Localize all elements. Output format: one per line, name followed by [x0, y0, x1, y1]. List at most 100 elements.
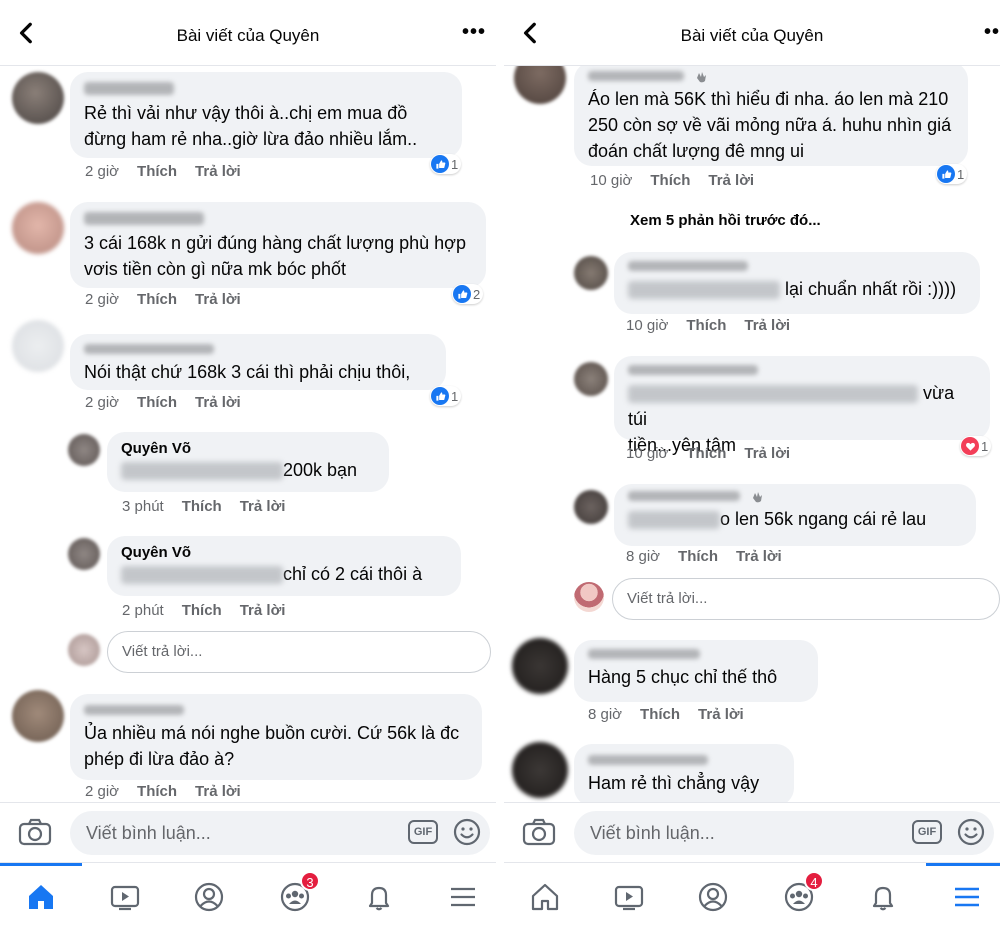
like-button[interactable]: Thích — [137, 394, 177, 411]
reply-input[interactable]: Viết trả lời... — [107, 631, 491, 673]
like-button[interactable]: Thích — [640, 706, 680, 723]
avatar[interactable] — [514, 66, 566, 104]
tab-groups[interactable]: 3 — [254, 863, 336, 929]
blurred-text — [628, 511, 720, 530]
like-button[interactable]: Thích — [137, 291, 177, 308]
bottom-tab-bar: 3 — [0, 862, 496, 929]
comment-bubble: Áo len mà 56K thì hiểu đi nha. áo len mà… — [574, 66, 968, 166]
more-button[interactable]: ••• — [460, 22, 488, 48]
reaction-count[interactable]: 1 — [936, 164, 968, 184]
reply-button[interactable]: Trả lời — [744, 445, 790, 462]
wave-hand-icon — [697, 71, 707, 83]
comments-feed[interactable]: Rẻ thì vải như vậy thôi à..chị em mua đồ… — [0, 66, 496, 802]
reply-button[interactable]: Trả lời — [240, 602, 286, 619]
comment-time: 8 giờ — [626, 548, 661, 565]
tab-groups[interactable]: 4 — [758, 863, 840, 929]
blurred-commenter-name — [84, 82, 174, 95]
avatar[interactable] — [574, 490, 608, 524]
view-previous-replies-link[interactable]: Xem 5 phản hồi trước đó... — [630, 212, 821, 229]
blurred-commenter-name — [84, 344, 214, 354]
tab-menu[interactable] — [422, 863, 496, 929]
blurred-commenter-name — [628, 491, 740, 501]
avatar[interactable] — [512, 742, 568, 798]
tab-home[interactable] — [0, 863, 82, 929]
avatar[interactable] — [574, 582, 604, 612]
comment-time: 2 giờ — [85, 291, 120, 308]
notification-badge: 4 — [804, 871, 824, 891]
reply-button[interactable]: Trả lời — [195, 783, 241, 800]
reaction-number: 1 — [451, 156, 459, 172]
tab-watch[interactable] — [588, 863, 670, 929]
tab-home[interactable] — [504, 863, 586, 929]
gif-button[interactable]: GIF — [912, 820, 942, 844]
gif-button[interactable]: GIF — [408, 820, 438, 844]
reply-button[interactable]: Trả lời — [195, 394, 241, 411]
comment-time: 8 giờ — [588, 706, 623, 723]
avatar[interactable] — [12, 690, 64, 742]
reply-button[interactable]: Trả lời — [698, 706, 744, 723]
comment-time: 3 phút — [122, 498, 164, 515]
right-phone-screen: Bài viết của Quyên ••• Áo len mà 56K thì… — [504, 0, 1000, 929]
reply-body: o len 56k ngang cái rẻ lau — [628, 506, 962, 532]
like-button[interactable]: Thích — [650, 172, 690, 189]
blurred-mention — [121, 566, 283, 585]
reaction-number: 1 — [957, 166, 965, 182]
comments-feed[interactable]: Áo len mà 56K thì hiểu đi nha. áo len mà… — [504, 66, 1000, 802]
reply-text: 200k bạn — [283, 460, 358, 480]
profile-icon — [698, 882, 728, 911]
reaction-count[interactable]: 1 — [430, 386, 462, 406]
comment-actions: 10 giờ Thích Trả lời — [590, 172, 772, 189]
like-button[interactable]: Thích — [182, 498, 222, 515]
like-icon — [937, 165, 955, 183]
more-button[interactable]: ••• — [982, 22, 1000, 48]
like-button[interactable]: Thích — [678, 548, 718, 565]
like-button[interactable]: Thích — [686, 445, 726, 462]
left-phone-screen: Bài viết của Quyên ••• Rẻ thì vải như vậ… — [0, 0, 496, 929]
reply-button[interactable]: Trả lời — [736, 548, 782, 565]
reply-button[interactable]: Trả lời — [195, 291, 241, 308]
tab-profile[interactable] — [168, 863, 250, 929]
avatar[interactable] — [12, 320, 64, 372]
reply-input[interactable]: Viết trả lời... — [612, 578, 1000, 620]
comment-text: Ham rẻ thì chẳng vậy — [588, 773, 760, 793]
emoji-button[interactable] — [956, 817, 986, 847]
tab-notifications[interactable] — [338, 863, 420, 929]
tab-watch[interactable] — [84, 863, 166, 929]
reply-bubble: vừa túi tiền...yên tâm — [614, 356, 990, 455]
reply-button[interactable]: Trả lời — [240, 498, 286, 515]
profile-icon — [194, 882, 224, 911]
reply-button[interactable]: Trả lời — [195, 163, 241, 180]
emoji-icon — [957, 818, 985, 846]
like-button[interactable]: Thích — [686, 317, 726, 334]
avatar[interactable] — [68, 538, 100, 570]
like-button[interactable]: Thích — [182, 602, 222, 619]
reaction-count[interactable]: 1 — [960, 436, 992, 456]
reply-button[interactable]: Trả lời — [708, 172, 754, 189]
comment-text: 3 cái 168k n gửi đúng hàng chất lượng ph… — [84, 233, 466, 279]
like-button[interactable]: Thích — [137, 163, 177, 180]
like-button[interactable]: Thích — [137, 783, 177, 800]
blurred-commenter-name — [628, 365, 758, 375]
reaction-count[interactable]: 1 — [430, 154, 462, 174]
reply-button[interactable]: Trả lời — [744, 317, 790, 334]
emoji-button[interactable] — [452, 817, 482, 847]
avatar[interactable] — [574, 362, 608, 396]
avatar[interactable] — [574, 256, 608, 290]
page-title: Bài viết của Quyên — [680, 26, 824, 45]
tab-menu[interactable] — [926, 863, 1000, 929]
camera-button[interactable] — [522, 817, 556, 847]
avatar[interactable] — [68, 434, 100, 466]
camera-button[interactable] — [18, 817, 52, 847]
comment-time: 2 giờ — [85, 783, 120, 800]
comment-bubble: 3 cái 168k n gửi đúng hàng chất lượng ph… — [70, 202, 486, 288]
avatar[interactable] — [512, 638, 568, 694]
tab-notifications[interactable] — [842, 863, 924, 929]
avatar[interactable] — [12, 202, 64, 254]
comment-bubble: Ham rẻ thì chẳng vậy — [574, 744, 794, 802]
avatar[interactable] — [68, 634, 100, 666]
tab-profile[interactable] — [672, 863, 754, 929]
reaction-count[interactable]: 2 — [452, 284, 484, 304]
reply-bubble: o len 56k ngang cái rẻ lau — [614, 484, 976, 546]
comment-text: Ủa nhiều má nói nghe buồn cười. Cứ 56k l… — [84, 723, 460, 769]
avatar[interactable] — [12, 72, 64, 124]
